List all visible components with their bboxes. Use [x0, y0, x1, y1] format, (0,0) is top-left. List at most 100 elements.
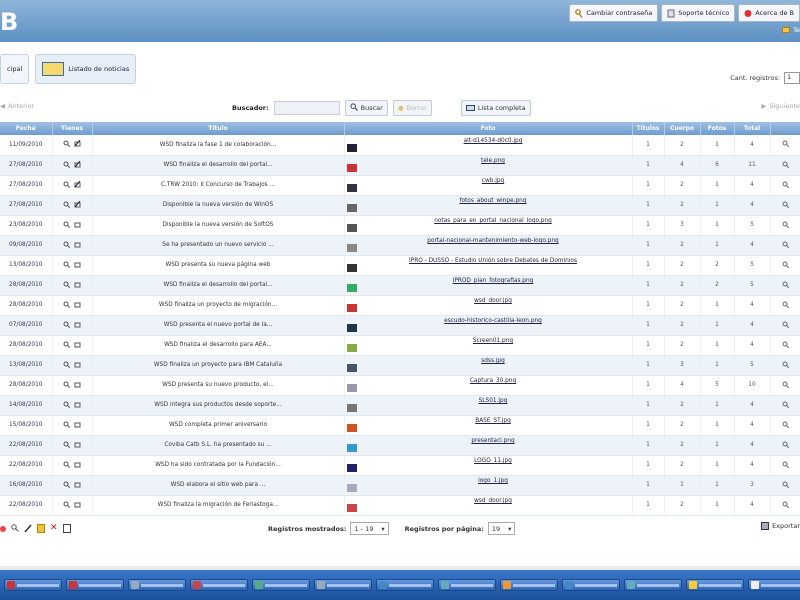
next-button[interactable]: ▶ Siguiente	[761, 102, 800, 110]
photo-filename[interactable]: SLS01.jpg	[479, 398, 508, 404]
photo-filename[interactable]: fotos_about_winpe.png	[459, 198, 526, 204]
search-icon[interactable]	[782, 241, 789, 250]
photo-filename[interactable]: LOGO_11.jpg	[474, 458, 512, 464]
view-icon[interactable]	[63, 321, 71, 330]
col-actions[interactable]: Tienes	[52, 122, 93, 135]
row-photo[interactable]: logo_1.jpg	[344, 475, 633, 496]
photo-filename[interactable]: escudo-historico-castilla-leon.png	[444, 318, 542, 324]
search-input[interactable]	[273, 101, 340, 115]
full-list-button[interactable]: Lista completa	[460, 100, 531, 116]
row-photo[interactable]: IPRO - DUSSO - Estudio Unión sobre Debat…	[344, 255, 633, 276]
table-row[interactable]: 22/08/2010 WSD ha sido contratada por la …	[0, 455, 800, 476]
table-row[interactable]: 15/08/2010 WSD completa primer aniversari…	[0, 415, 800, 436]
row-photo[interactable]: wsd_door.jpg	[344, 495, 633, 516]
row-view[interactable]	[770, 495, 800, 516]
edit-icon[interactable]	[74, 261, 81, 270]
records-count-input[interactable]: 1	[784, 72, 800, 84]
edit-icon[interactable]	[74, 221, 81, 230]
change-password-button[interactable]: Cambiar contraseña	[569, 4, 659, 22]
table-row[interactable]: 22/08/2010 WSD finaliza la migración de F…	[0, 495, 800, 516]
row-title[interactable]: WSD completa primer aniversario	[92, 415, 345, 436]
view-icon[interactable]	[63, 501, 71, 510]
row-view[interactable]	[770, 435, 800, 456]
view-icon[interactable]	[63, 201, 71, 210]
row-photo[interactable]: notas_para_en_portal_nacional_logo.png	[344, 215, 633, 236]
view-icon[interactable]	[63, 221, 71, 230]
edit-icon[interactable]	[74, 421, 81, 430]
edit-icon[interactable]	[74, 461, 81, 470]
row-view[interactable]	[770, 215, 800, 236]
shown-records-select[interactable]: 1 - 19 ▾	[350, 522, 389, 535]
delete-icon[interactable]: ✕	[50, 524, 58, 533]
edit-icon[interactable]	[74, 321, 81, 330]
row-title[interactable]: Coviba Catb S.L. ha presentado su ...	[92, 435, 345, 456]
edit-icon[interactable]	[74, 361, 81, 370]
edit-icon[interactable]	[74, 180, 81, 190]
row-title[interactable]: WSD presenta su nueva página web	[92, 255, 345, 276]
table-row[interactable]: 11/09/2010 WSD finaliza la fase 1 de cola…	[0, 135, 800, 156]
row-photo[interactable]: presentaci.png	[344, 435, 633, 456]
search-icon[interactable]	[782, 461, 789, 470]
taskbar-button[interactable]	[4, 579, 62, 591]
table-row[interactable]: 28/08/2010 WSD finaliza el desarrollo del…	[0, 275, 800, 296]
row-view[interactable]	[770, 315, 800, 336]
photo-filename[interactable]: Captura_30.png	[470, 378, 516, 384]
row-view[interactable]	[770, 415, 800, 436]
search-icon[interactable]	[782, 361, 789, 370]
col-titles[interactable]: Títulos	[632, 122, 665, 135]
row-view[interactable]	[770, 335, 800, 356]
row-photo[interactable]: Screen01.png	[344, 335, 633, 356]
taskbar-button[interactable]	[190, 579, 248, 591]
tab-news-list[interactable]: Listado de noticias	[35, 54, 137, 84]
table-row[interactable]: 22/08/2010 Coviba Catb S.L. ha presentado…	[0, 435, 800, 456]
search-icon[interactable]	[782, 301, 789, 310]
col-photos[interactable]: Fotos	[700, 122, 735, 135]
edit-icon[interactable]	[74, 200, 81, 210]
taskbar-button[interactable]	[686, 579, 744, 591]
edit-icon[interactable]	[74, 241, 81, 250]
prev-button[interactable]: ◀ Anterior	[0, 102, 34, 110]
row-title[interactable]: WSD ha sido contratada por la Fundación.…	[92, 455, 345, 476]
taskbar-button[interactable]	[314, 579, 372, 591]
search-icon[interactable]	[782, 401, 789, 410]
row-photo[interactable]: alt-d14534-d0c0.jpg	[344, 135, 633, 156]
taskbar-button[interactable]	[438, 579, 496, 591]
row-view[interactable]	[770, 195, 800, 216]
view-icon[interactable]	[63, 140, 71, 149]
row-view[interactable]	[770, 155, 800, 176]
search-icon[interactable]	[782, 281, 789, 290]
row-view[interactable]	[770, 175, 800, 196]
row-title[interactable]: Disponible la nueva versión de SoftOS	[92, 215, 345, 236]
taskbar-button[interactable]	[500, 579, 558, 591]
view-icon[interactable]	[63, 161, 71, 170]
photo-filename[interactable]: logo_1.jpg	[478, 478, 508, 484]
row-title[interactable]: WSD finaliza el desarrollo del portal...	[92, 155, 345, 176]
photo-filename[interactable]: wsd_door.jpg	[474, 298, 512, 304]
export-button[interactable]: Exportar	[761, 522, 800, 530]
row-view[interactable]	[770, 475, 800, 496]
table-row[interactable]: 28/08/2010 WSD finaliza un proyecto de mi…	[0, 295, 800, 316]
search-icon[interactable]	[782, 421, 789, 430]
row-view[interactable]	[770, 455, 800, 476]
photo-filename[interactable]: tele.png	[481, 158, 505, 164]
row-title[interactable]: Se ha presentado un nuevo servicio ...	[92, 235, 345, 256]
photo-filename[interactable]: IPRO - DUSSO - Estudio Unión sobre Debat…	[409, 258, 577, 264]
row-title[interactable]: WSD finaliza el desarrollo para AEA...	[92, 335, 345, 356]
photo-filename[interactable]: cwb.jpg	[482, 178, 504, 184]
records-per-page-select[interactable]: 19 ▾	[487, 522, 516, 535]
col-photo[interactable]: Foto	[344, 122, 633, 135]
view-icon[interactable]	[63, 381, 71, 390]
row-title[interactable]: WSD elabora el sitio web para ...	[92, 475, 345, 496]
table-row[interactable]: 07/08/2010 WSD presenta el nuevo portal d…	[0, 315, 800, 336]
row-view[interactable]	[770, 255, 800, 276]
row-photo[interactable]: escudo-historico-castilla-leon.png	[344, 315, 633, 336]
table-row[interactable]: 23/08/2010 Disponible la nueva versión de…	[0, 215, 800, 236]
copy-icon[interactable]	[37, 524, 45, 533]
table-row[interactable]: 28/08/2010 WSD presenta su nuevo producto…	[0, 375, 800, 396]
view-icon[interactable]	[63, 301, 71, 310]
edit-icon[interactable]	[74, 441, 81, 450]
stats-icon[interactable]	[62, 524, 71, 533]
row-view[interactable]	[770, 395, 800, 416]
search-icon[interactable]	[782, 221, 789, 230]
row-photo[interactable]: fotos_about_winpe.png	[344, 195, 633, 216]
